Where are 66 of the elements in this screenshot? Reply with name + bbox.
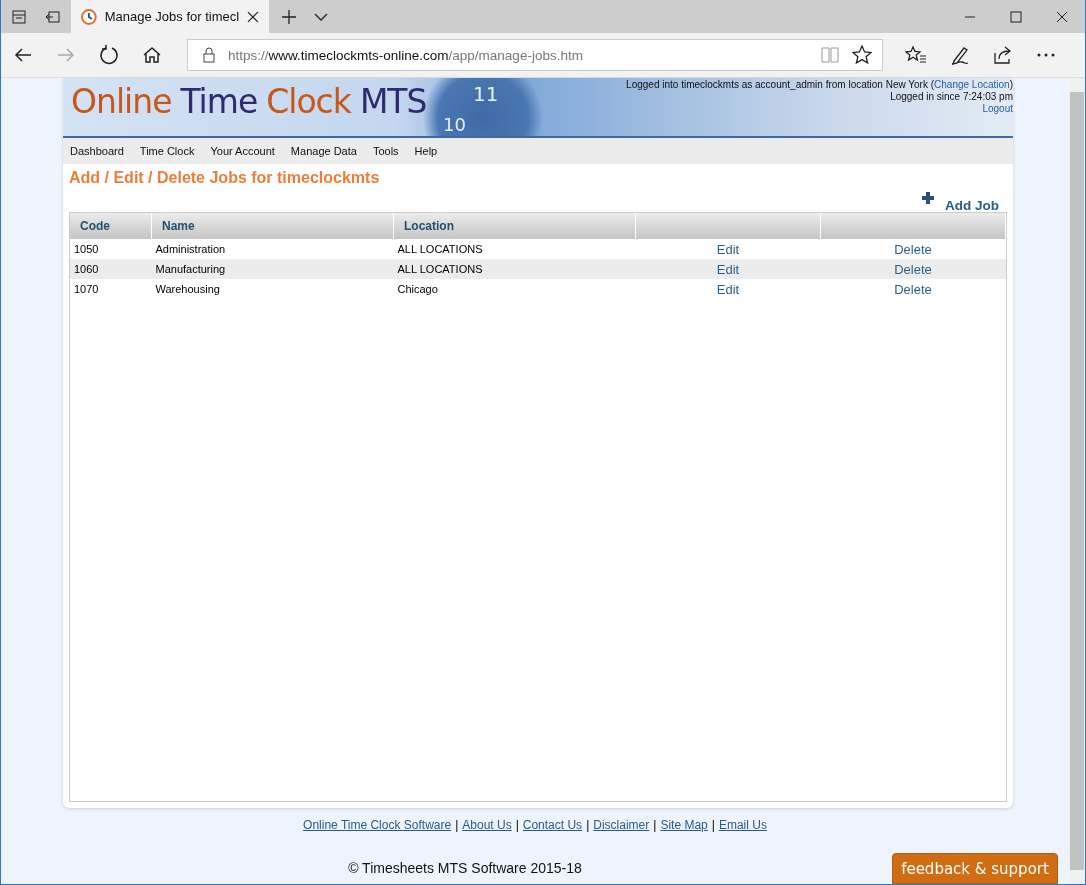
refresh-icon[interactable] [99, 45, 119, 65]
logout-link[interactable]: Logout [982, 103, 1013, 115]
delete-link[interactable]: Delete [894, 281, 932, 297]
footer-link[interactable]: Email Us [718, 818, 767, 832]
browser-tab[interactable]: Manage Jobs for timecl [71, 0, 269, 33]
nav-menu-item[interactable]: Your Account [210, 145, 275, 157]
table-cell: 1070 [74, 283, 99, 295]
edit-link[interactable]: Edit [716, 241, 740, 257]
more-icon[interactable] [1036, 52, 1056, 58]
separator: | [455, 818, 459, 832]
table-cell: ALL LOCATIONS [397, 243, 483, 255]
table-cell: Chicago [397, 283, 438, 295]
edit-link[interactable]: Edit [716, 281, 740, 297]
address-field[interactable]: https://www.timeclockmts-online.com/app/manage-jobs.htm [187, 39, 883, 71]
footer-link[interactable]: Site Map [660, 818, 708, 832]
nav-menu-item[interactable]: Help [414, 145, 438, 157]
add-job-link[interactable]: Add Job [921, 191, 999, 213]
table-cell: Administration [155, 243, 226, 255]
favorites-icon[interactable] [905, 45, 927, 65]
home-icon[interactable] [142, 45, 162, 65]
scrollbar[interactable] [1069, 78, 1085, 884]
column-header[interactable]: Name [151, 213, 394, 239]
table-cell: Manufacturing [155, 263, 226, 275]
clock-numeral: 11 [473, 82, 499, 106]
clock-numeral: 10 [443, 114, 466, 135]
close-icon[interactable] [247, 10, 259, 23]
feedback-button[interactable]: feedback & support [892, 853, 1058, 884]
footer-link[interactable]: About Us [462, 818, 512, 832]
maximize-icon[interactable] [1010, 10, 1022, 23]
lock-icon [202, 47, 216, 63]
login-info: Logged into timeclockmts as account_admin from location New York (Change Location) [626, 79, 1013, 91]
separator: | [515, 818, 519, 832]
copyright: © Timesheets MTS Software 2015-18 [348, 860, 582, 876]
table-cell: 1060 [74, 263, 99, 275]
page-title: Add / Edit / Delete Jobs for timeclockmts [69, 169, 381, 187]
column-header[interactable]: Location [393, 213, 636, 239]
delete-link[interactable]: Delete [894, 261, 932, 277]
edit-link[interactable]: Edit [716, 261, 740, 277]
footer-link[interactable]: Contact Us [522, 818, 583, 832]
footer-link[interactable]: Online Time Clock Software [303, 818, 452, 832]
share-icon[interactable] [993, 45, 1013, 65]
new-tab-icon[interactable] [281, 8, 297, 25]
separator: | [711, 818, 715, 832]
login-time: Logged in since 7:24:03 pm [890, 91, 1013, 103]
nav-menu-item[interactable]: Tools [372, 145, 399, 157]
table-cell: ALL LOCATIONS [397, 263, 483, 275]
table-cell: Warehousing [155, 283, 220, 295]
tabs-aside-icon[interactable] [11, 8, 27, 25]
nav-menu-item[interactable]: Manage Data [290, 145, 357, 157]
plus-icon [921, 191, 935, 205]
close-icon[interactable] [1056, 10, 1068, 23]
star-icon[interactable] [852, 45, 872, 65]
table-cell: 1050 [74, 243, 99, 255]
site-logo: Online Time Clock MTS [70, 81, 428, 123]
footer-link[interactable]: Disclaimer [593, 818, 650, 832]
nav-menu-item[interactable]: Time Clock [139, 145, 195, 157]
change-location-link[interactable]: Change Location [934, 79, 1010, 90]
delete-link[interactable]: Delete [894, 241, 932, 257]
clock-logo-icon [81, 8, 97, 25]
separator: | [586, 818, 590, 832]
pen-icon[interactable] [950, 45, 970, 65]
nav-menu-item[interactable]: Dashboard [70, 145, 124, 157]
separator: | [653, 818, 657, 832]
tab-title: Manage Jobs for timecl [104, 9, 240, 24]
back-tab-icon[interactable] [45, 8, 61, 25]
column-header[interactable]: Code [70, 213, 152, 239]
